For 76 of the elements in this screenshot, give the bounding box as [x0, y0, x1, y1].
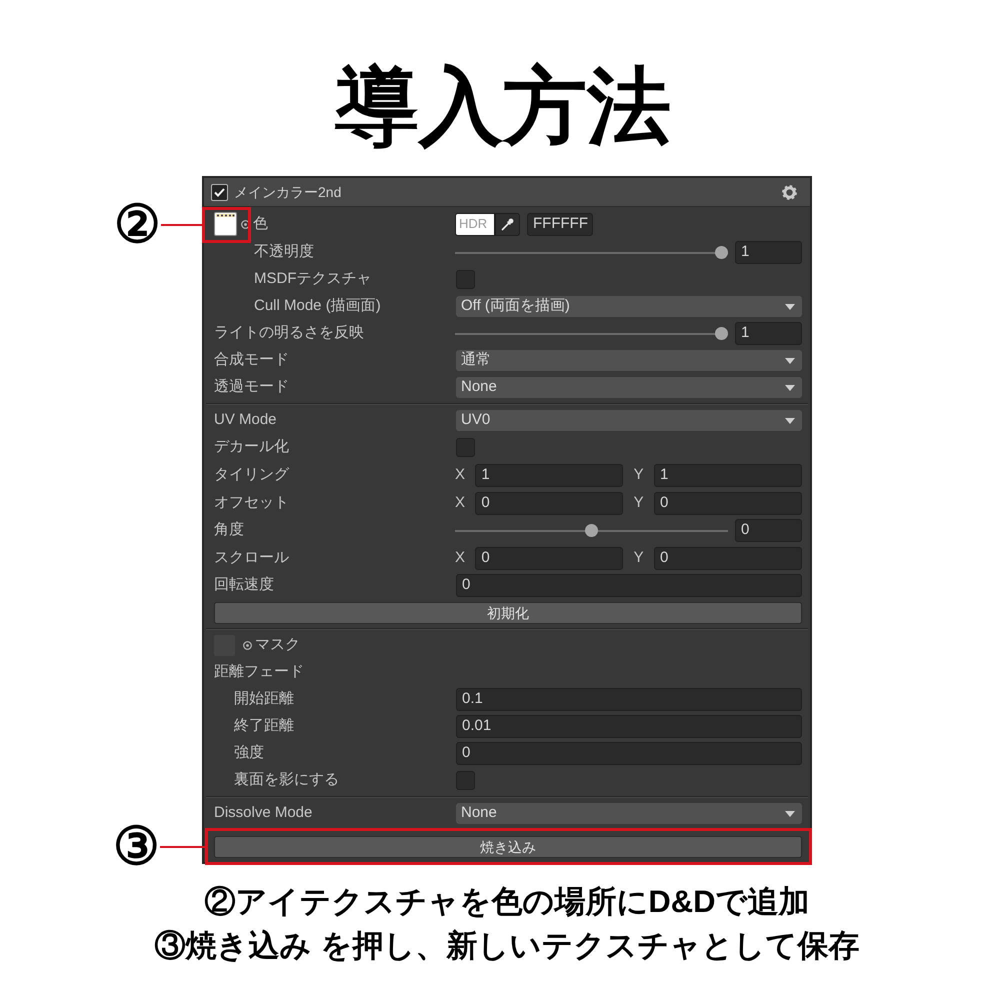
property-label: デカール化 [214, 437, 289, 458]
axis-label: X [455, 548, 466, 568]
property-label: オフセット [214, 492, 289, 513]
property-label: ライトの明るさを反映 [214, 323, 364, 344]
slider-track[interactable] [455, 524, 728, 538]
input-field[interactable]: 1 [654, 464, 802, 486]
panel-button[interactable]: 初期化 [214, 602, 802, 624]
hex-field[interactable]: FFFFFF [527, 212, 593, 236]
property-label: マスク [255, 635, 300, 656]
instruction-text: ③焼き込み を押し、新しいテクスチャとして保存 [154, 927, 860, 965]
input-field[interactable]: 0.01 [456, 715, 802, 738]
check-icon [214, 188, 225, 196]
page-title: 導入方法 [335, 62, 671, 150]
slider-thumb[interactable] [715, 327, 728, 340]
value-field[interactable]: 1 [735, 322, 802, 345]
checkbox[interactable] [456, 270, 475, 289]
property-label: 強度 [234, 743, 264, 764]
property-label: Dissolve Mode [214, 803, 312, 824]
slider-track[interactable] [455, 326, 728, 340]
property-label: UV Mode [214, 410, 277, 430]
eyedropper-button[interactable] [495, 212, 520, 236]
property-label: 角度 [214, 520, 244, 540]
property-label: 裏面を影にする [234, 770, 339, 790]
eyedropper-icon [501, 218, 514, 230]
property-label: 開始距離 [234, 689, 294, 710]
value-field[interactable]: 0 [735, 519, 802, 542]
checkbox[interactable] [456, 438, 475, 457]
section-title: メインカラー2nd [234, 182, 342, 202]
caret-icon [785, 810, 795, 816]
caret-icon [785, 418, 795, 424]
axis-label: Y [634, 548, 644, 568]
input-field[interactable]: 1 [475, 464, 624, 486]
input-field[interactable]: 0 [654, 492, 802, 514]
axis-label: Y [634, 492, 644, 513]
slider-thumb[interactable] [585, 524, 598, 537]
dropdown[interactable]: UV0 [456, 410, 802, 431]
step-number: ③ [113, 820, 160, 872]
panel-button[interactable]: 焼き込み [214, 836, 802, 858]
instruction-text: ②アイテクスチャを色の場所にD&Dで追加 [204, 883, 810, 921]
checkbox[interactable] [456, 771, 475, 790]
input-field[interactable]: 0 [456, 742, 802, 765]
property-label: MSDFテクスチャ [254, 269, 372, 290]
property-label: 色 [253, 214, 268, 234]
axis-label: Y [634, 464, 644, 485]
property-label: タイリング [214, 464, 289, 485]
property-label: スクロール [214, 548, 289, 568]
dropdown[interactable]: Off (両面を描画) [456, 296, 802, 317]
dropdown[interactable]: None [456, 803, 802, 824]
header-checkbox[interactable] [211, 184, 228, 200]
property-label: 透過モード [214, 377, 289, 398]
property-label: Cull Mode (描画面) [254, 296, 381, 316]
input-field[interactable]: 0 [475, 546, 624, 570]
caret-icon [785, 358, 795, 364]
input-field[interactable]: 0 [475, 492, 624, 514]
property-label: 不透明度 [254, 242, 314, 262]
dropdown[interactable]: None [456, 377, 802, 398]
axis-label: X [455, 464, 466, 485]
property-label: 合成モード [214, 350, 289, 370]
property-label: 回転速度 [214, 575, 274, 596]
texture-thumbnail[interactable] [214, 212, 237, 236]
step-number: ② [114, 199, 161, 251]
circle-dot-icon[interactable] [243, 641, 252, 650]
settings-icon[interactable] [782, 184, 797, 200]
axis-label: X [455, 492, 466, 513]
input-field[interactable]: 0.1 [456, 688, 802, 711]
input-field[interactable]: 0 [456, 574, 802, 597]
dropdown[interactable]: 通常 [456, 350, 802, 371]
circle-dot-icon[interactable] [241, 220, 250, 228]
caret-icon [785, 384, 795, 390]
property-label: 距離フェード [214, 662, 304, 682]
slider-track[interactable] [455, 246, 728, 260]
input-field[interactable]: 0 [654, 546, 802, 570]
caret-icon [785, 304, 795, 310]
slider-thumb[interactable] [715, 246, 728, 259]
property-label: 終了距離 [234, 716, 294, 736]
value-field[interactable]: 1 [735, 241, 802, 264]
